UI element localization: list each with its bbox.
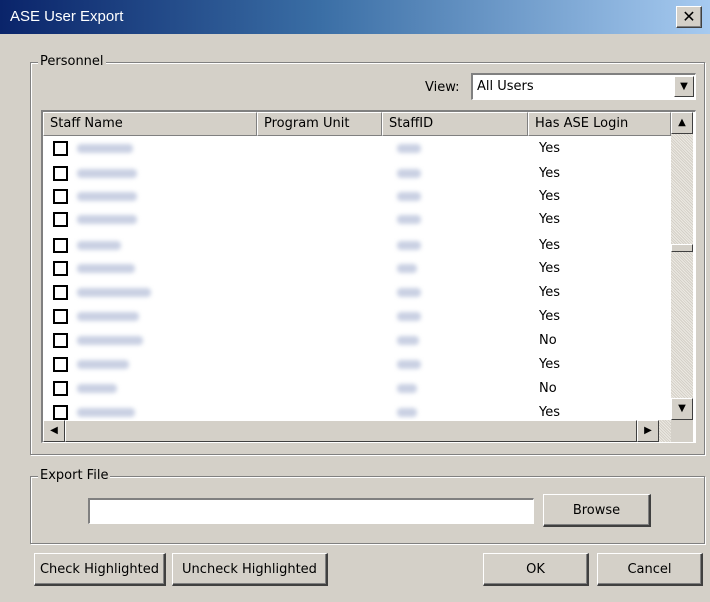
personnel-list[interactable]: Staff Name Program Unit StaffID Has ASE …: [41, 110, 696, 443]
scroll-up-arrow-icon[interactable]: ▲: [671, 112, 693, 134]
has-ase-login-value: No: [539, 333, 557, 348]
row-checkbox[interactable]: [53, 212, 68, 227]
has-ase-login-value: Yes: [539, 189, 560, 204]
staff-name-redacted: [77, 144, 133, 153]
row-checkbox[interactable]: [53, 309, 68, 324]
view-dropdown[interactable]: All Users ▼: [471, 73, 696, 100]
list-header: Staff Name Program Unit StaffID Has ASE …: [43, 112, 671, 136]
has-ase-login-value: Yes: [539, 309, 560, 324]
table-row[interactable]: Yes: [43, 235, 669, 258]
staff-name-redacted: [77, 360, 129, 369]
ok-label: OK: [526, 561, 545, 577]
export-file-group-label: Export File: [38, 468, 111, 483]
column-header-staffid[interactable]: StaffID: [382, 112, 528, 136]
has-ase-login-value: Yes: [539, 212, 560, 227]
table-row[interactable]: Yes: [43, 186, 669, 209]
vertical-scroll-thumb[interactable]: [671, 244, 693, 252]
check-highlighted-label: Check Highlighted: [39, 561, 160, 577]
uncheck-highlighted-label: Uncheck Highlighted: [182, 561, 317, 577]
cancel-button[interactable]: Cancel: [597, 553, 703, 586]
staff-name-redacted: [77, 241, 121, 250]
cancel-label: Cancel: [627, 561, 672, 577]
view-label: View:: [425, 80, 460, 95]
has-ase-login-value: Yes: [539, 166, 560, 181]
has-ase-login-value: Yes: [539, 357, 560, 372]
staff-name-redacted: [77, 215, 137, 224]
check-highlighted-button[interactable]: Check Highlighted: [34, 553, 166, 586]
scroll-right-arrow-icon[interactable]: ▶: [637, 420, 659, 442]
staff-name-redacted: [77, 384, 117, 393]
staffid-redacted: [397, 169, 421, 178]
staffid-redacted: [397, 408, 417, 417]
chevron-down-icon[interactable]: ▼: [674, 76, 694, 97]
column-header-has-ase-login[interactable]: Has ASE Login: [528, 112, 671, 136]
vertical-scrollbar[interactable]: ▲ ▼: [671, 112, 693, 420]
table-row[interactable]: Yes: [43, 258, 669, 281]
staffid-redacted: [397, 144, 421, 153]
row-checkbox[interactable]: [53, 189, 68, 204]
staff-name-redacted: [77, 312, 139, 321]
column-header-staff-name[interactable]: Staff Name: [43, 112, 257, 136]
staffid-redacted: [397, 384, 417, 393]
staffid-redacted: [397, 312, 421, 321]
row-checkbox[interactable]: [53, 357, 68, 372]
staffid-redacted: [397, 192, 421, 201]
personnel-group-label: Personnel: [38, 54, 106, 69]
staffid-redacted: [397, 288, 421, 297]
view-dropdown-value: All Users: [477, 79, 534, 94]
uncheck-highlighted-button[interactable]: Uncheck Highlighted: [172, 553, 328, 586]
has-ase-login-value: Yes: [539, 261, 560, 276]
staff-name-redacted: [77, 336, 143, 345]
has-ase-login-value: No: [539, 381, 557, 396]
scroll-left-arrow-icon[interactable]: ◀: [43, 420, 65, 442]
browse-button[interactable]: Browse: [543, 494, 651, 527]
table-row[interactable]: Yes: [43, 282, 669, 305]
staffid-redacted: [397, 360, 421, 369]
staff-name-redacted: [77, 408, 135, 417]
ok-button[interactable]: OK: [483, 553, 589, 586]
window-title: ASE User Export: [10, 8, 124, 25]
staff-name-redacted: [77, 192, 137, 201]
row-checkbox[interactable]: [53, 405, 68, 420]
has-ase-login-value: Yes: [539, 238, 560, 253]
table-row[interactable]: Yes: [43, 163, 669, 186]
staff-name-redacted: [77, 264, 135, 273]
table-row[interactable]: Yes: [43, 138, 669, 161]
table-row[interactable]: Yes: [43, 306, 669, 329]
horizontal-scrollbar[interactable]: ◀ ▶: [43, 420, 671, 442]
table-row[interactable]: No: [43, 378, 669, 401]
close-icon: ✕: [682, 7, 696, 26]
close-button[interactable]: ✕: [676, 6, 702, 28]
has-ase-login-value: Yes: [539, 285, 560, 300]
scroll-down-arrow-icon[interactable]: ▼: [671, 398, 693, 420]
ase-user-export-dialog: ASE User Export ✕ Personnel View: All Us…: [0, 0, 710, 602]
horizontal-scroll-thumb[interactable]: [65, 420, 637, 442]
staffid-redacted: [397, 241, 421, 250]
row-checkbox[interactable]: [53, 285, 68, 300]
row-checkbox[interactable]: [53, 141, 68, 156]
staffid-redacted: [397, 264, 417, 273]
has-ase-login-value: Yes: [539, 405, 560, 420]
table-row[interactable]: No: [43, 330, 669, 353]
staffid-redacted: [397, 336, 419, 345]
browse-button-label: Browse: [572, 502, 621, 518]
staff-name-redacted: [77, 288, 151, 297]
export-file-path-input[interactable]: [88, 498, 534, 524]
table-row[interactable]: Yes: [43, 354, 669, 377]
row-checkbox[interactable]: [53, 166, 68, 181]
row-checkbox[interactable]: [53, 333, 68, 348]
staff-name-redacted: [77, 169, 137, 178]
column-header-program-unit[interactable]: Program Unit: [257, 112, 382, 136]
scrollbar-corner: [671, 420, 693, 442]
has-ase-login-value: Yes: [539, 141, 560, 156]
staffid-redacted: [397, 215, 421, 224]
table-row[interactable]: Yes: [43, 209, 669, 232]
row-checkbox[interactable]: [53, 381, 68, 396]
row-checkbox[interactable]: [53, 238, 68, 253]
title-bar: ASE User Export ✕: [0, 0, 710, 34]
row-checkbox[interactable]: [53, 261, 68, 276]
